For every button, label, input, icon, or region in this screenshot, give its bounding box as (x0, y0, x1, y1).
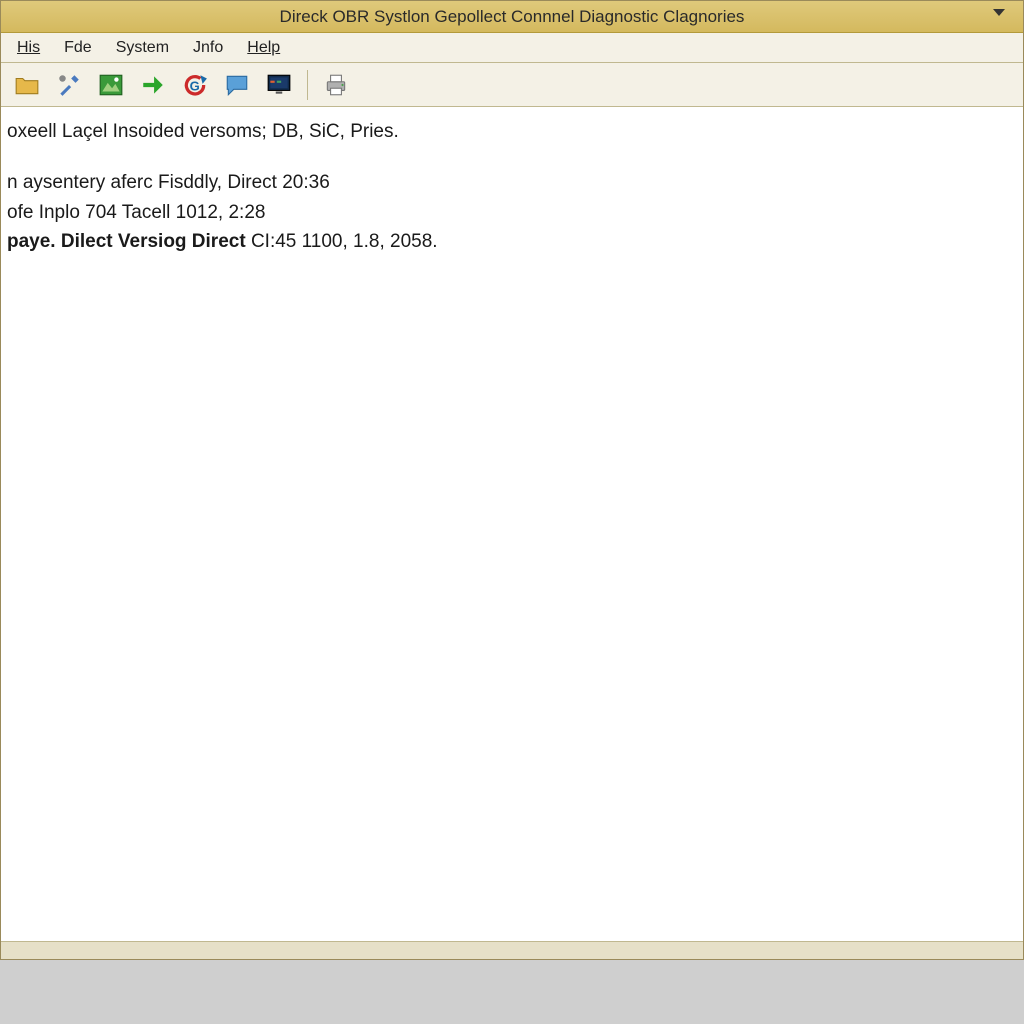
content-line-2: n aysentery aferc Fisddly, Direct 20:36 (7, 168, 1017, 197)
content-line-4: paye. Dilect Versiog Direct CI:45 1100, … (7, 227, 1017, 256)
arrow-right-icon[interactable] (133, 67, 173, 103)
menu-info[interactable]: Jnfo (183, 36, 233, 60)
menu-file[interactable]: Fde (54, 36, 102, 60)
dropdown-caret-icon[interactable] (993, 9, 1005, 16)
svg-text:G: G (190, 78, 200, 93)
content-line-3: ofe Inplo 704 Tacell 1012, 2:28 (7, 198, 1017, 227)
toolbar-separator (307, 70, 308, 100)
menu-his[interactable]: His (7, 36, 50, 60)
tools-icon[interactable] (49, 67, 89, 103)
content-line-4-bold: paye. Dilect Versiog Direct (7, 231, 246, 252)
menu-bar: His Fde System Jnfo Help (1, 33, 1023, 63)
app-window: Direck OBR Systlon Gepollect Connnel Dia… (0, 0, 1024, 960)
monitor-icon[interactable] (259, 67, 299, 103)
print-icon[interactable] (316, 67, 356, 103)
folder-icon[interactable] (7, 67, 47, 103)
content-line-1: oxeell Laçel Insoided versoms; DB, SiC, … (7, 117, 1017, 146)
desktop-backdrop (0, 960, 1024, 1024)
status-bar (1, 941, 1023, 959)
content-line-4-rest: CI:45 1100, 1.8, 2058. (246, 231, 438, 252)
chat-icon[interactable] (217, 67, 257, 103)
content-area: oxeell Laçel Insoided versoms; DB, SiC, … (1, 107, 1023, 959)
window-title: Direck OBR Systlon Gepollect Connnel Dia… (280, 7, 745, 27)
menu-system[interactable]: System (106, 36, 179, 60)
tool-bar: G (1, 63, 1023, 107)
refresh-g-icon[interactable]: G (175, 67, 215, 103)
menu-help[interactable]: Help (237, 36, 290, 60)
image-icon[interactable] (91, 67, 131, 103)
title-bar[interactable]: Direck OBR Systlon Gepollect Connnel Dia… (1, 1, 1023, 33)
